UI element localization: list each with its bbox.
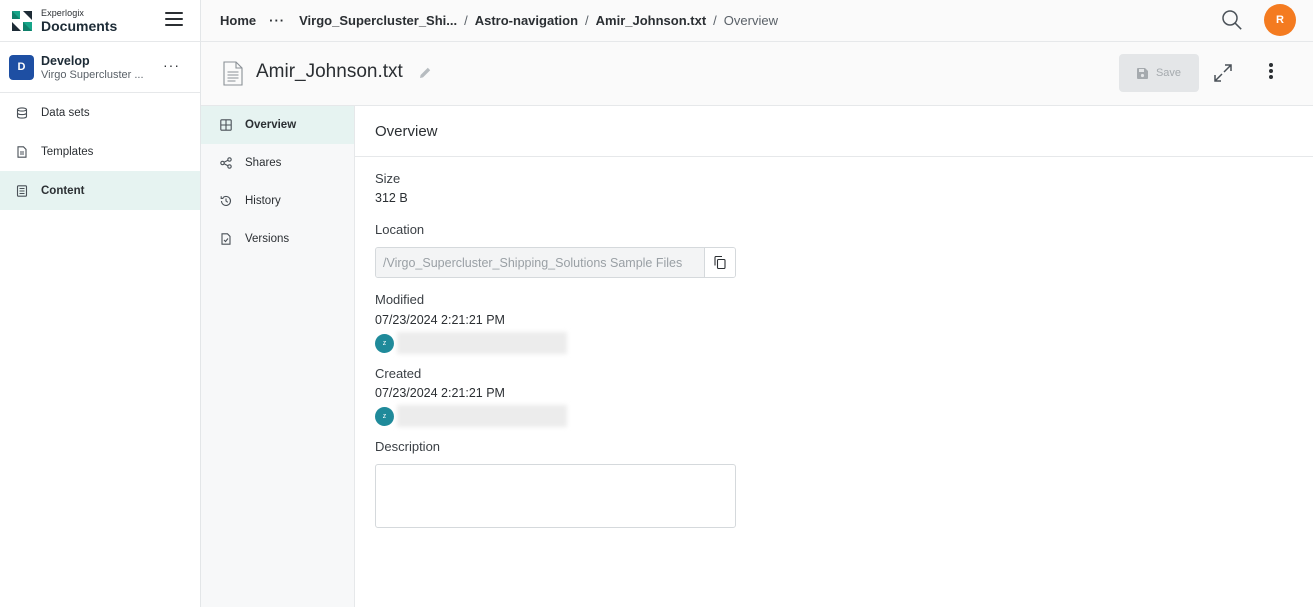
sidebar-item-label: Templates [41,145,94,158]
redacted-email [397,405,567,427]
app-sidebar: Experlogix Documents D Develop Virgo Sup… [0,0,201,607]
tab-shares[interactable]: Shares [201,144,354,182]
file-title: Amir_Johnson.txt [256,61,403,82]
breadcrumb-item-file[interactable]: Amir_Johnson.txt [596,13,707,28]
created-by: z [375,405,567,427]
user-avatar: z [375,333,394,353]
workspace-subtitle: Virgo Supercluster ... [41,68,144,81]
grid-icon [220,119,232,131]
text-file-icon [223,61,243,86]
save-button[interactable]: Save [1119,54,1199,92]
modified-label: Modified [375,292,425,307]
file-title-bar: Amir_Johnson.txt Save [201,42,1313,106]
experlogix-logo-icon [12,10,32,31]
content-icon [16,184,28,197]
more-options-icon[interactable] [1269,63,1275,83]
file-sections-nav: Overview Shares History Versions [201,106,355,607]
hamburger-menu-icon[interactable] [165,12,183,28]
sidebar-item-label: Content [41,184,85,197]
pencil-edit-icon[interactable] [420,67,431,78]
breadcrumb-ellipsis[interactable]: ··· [269,13,285,28]
save-button-label: Save [1155,67,1182,79]
workspace-badge: D [9,54,34,80]
tab-label: Overview [245,119,297,131]
share-icon [220,157,232,169]
breadcrumb-item-folder[interactable]: Virgo_Supercluster_Shi... [299,13,457,28]
user-avatar[interactable]: R [1264,4,1296,36]
breadcrumb-separator: / [585,13,589,28]
breadcrumb-separator: / [464,13,468,28]
location-label: Location [375,222,425,237]
workspace-name: Develop [41,53,90,68]
location-field [375,247,736,278]
sidebar-nav: Data sets Templates Content [0,93,200,210]
created-value: 07/23/2024 2:21:21 PM [375,386,505,400]
expand-fullscreen-icon[interactable] [1213,63,1233,83]
floppy-disk-icon [1136,67,1148,79]
description-label: Description [375,439,441,454]
panel-heading: Overview [355,106,1313,157]
sidebar-item-label: Data sets [41,106,90,119]
breadcrumb-current: Overview [723,13,778,28]
tab-history[interactable]: History [201,182,354,220]
workspace-more-icon[interactable]: ··· [163,57,180,73]
redacted-email [397,332,567,354]
tab-versions[interactable]: Versions [201,220,354,258]
brand-company: Experlogix [41,7,85,18]
size-label: Size [375,171,401,186]
database-icon [16,106,28,119]
brand-header: Experlogix Documents [0,0,200,42]
tab-label: Shares [245,157,282,169]
overview-panel: Overview Size 312 B Location Modified 07… [355,106,1313,607]
brand-product: Documents [41,17,118,34]
user-avatar: z [375,406,394,426]
description-input[interactable] [375,464,736,528]
copy-location-button[interactable] [704,248,735,277]
sidebar-item-content[interactable]: Content [0,171,200,210]
tab-label: History [245,195,281,207]
size-value: 312 B [375,191,408,205]
created-label: Created [375,366,422,381]
tab-label: Versions [245,233,290,245]
template-icon [17,145,27,158]
modified-by: z [375,332,567,354]
tab-overview[interactable]: Overview [201,106,354,144]
breadcrumb-home[interactable]: Home [220,13,256,28]
modified-value: 07/23/2024 2:21:21 PM [375,313,505,327]
search-icon[interactable] [1221,9,1243,31]
sidebar-item-templates[interactable]: Templates [0,132,200,171]
sidebar-item-data-sets[interactable]: Data sets [0,93,200,132]
location-input[interactable] [376,248,704,277]
copy-icon [714,256,726,269]
versions-icon [221,233,231,245]
top-bar: Home ··· Virgo_Supercluster_Shi... / Ast… [201,0,1313,42]
history-icon [220,195,232,207]
breadcrumb-separator: / [713,13,717,28]
breadcrumb-item-subfolder[interactable]: Astro-navigation [475,13,578,28]
workspace-selector[interactable]: D Develop Virgo Supercluster ... ··· [0,42,200,93]
